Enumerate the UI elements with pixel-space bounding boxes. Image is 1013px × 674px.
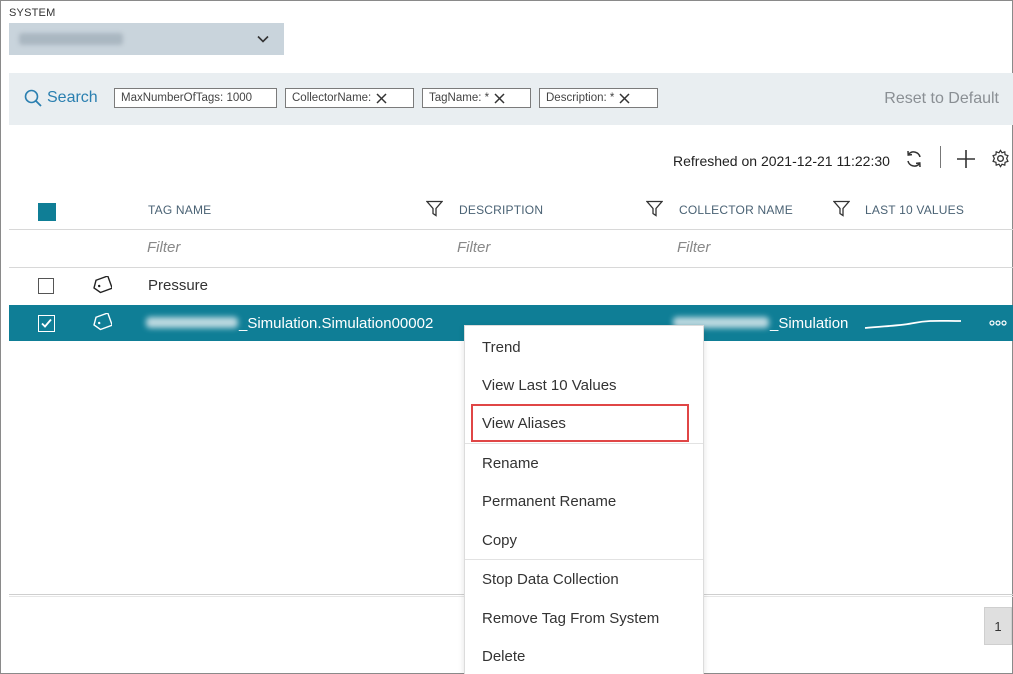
menu-divider bbox=[465, 443, 703, 444]
row-checkbox[interactable] bbox=[38, 278, 54, 294]
chevron-down-icon bbox=[257, 35, 269, 43]
close-icon[interactable] bbox=[376, 92, 387, 104]
divider bbox=[9, 267, 1013, 268]
close-icon[interactable] bbox=[494, 92, 505, 104]
menu-item-remove-tag-from-system[interactable]: Remove Tag From System bbox=[482, 610, 659, 627]
menu-item-copy[interactable]: Copy bbox=[482, 532, 517, 549]
menu-item-stop-data-collection[interactable]: Stop Data Collection bbox=[482, 571, 619, 588]
chip-max-number-of-tags[interactable]: MaxNumberOfTags: 1000 bbox=[114, 88, 277, 108]
chip-description[interactable]: Description: * bbox=[539, 88, 658, 108]
chip-label: CollectorName: bbox=[292, 92, 372, 104]
tag-name-cell: Pressure bbox=[148, 277, 209, 294]
filter-input-collector-name[interactable]: Filter bbox=[677, 239, 710, 256]
column-header-description[interactable]: DESCRIPTION bbox=[459, 203, 543, 217]
menu-item-trend[interactable]: Trend bbox=[482, 339, 521, 356]
filter-input-tag-name[interactable]: Filter bbox=[147, 239, 180, 256]
filter-icon[interactable] bbox=[646, 200, 663, 217]
add-icon[interactable] bbox=[956, 149, 976, 169]
more-options-icon[interactable] bbox=[989, 319, 1007, 327]
chip-tag-name[interactable]: TagName: * bbox=[422, 88, 531, 108]
menu-item-permanent-rename[interactable]: Permanent Rename bbox=[482, 493, 616, 510]
tag-icon bbox=[93, 313, 112, 331]
checkmark-icon bbox=[41, 318, 52, 328]
close-icon[interactable] bbox=[619, 92, 630, 104]
system-value-redacted bbox=[19, 33, 123, 45]
tag-name-prefix-redacted bbox=[146, 317, 238, 328]
filter-icon[interactable] bbox=[833, 200, 850, 217]
filter-input-description[interactable]: Filter bbox=[457, 239, 490, 256]
menu-item-delete[interactable]: Delete bbox=[482, 648, 525, 665]
collector-name-cell: _Simulation bbox=[770, 315, 849, 332]
search-bar: Search MaxNumberOfTags: 1000 CollectorNa… bbox=[9, 73, 1013, 125]
column-header-tag-name[interactable]: TAG NAME bbox=[148, 203, 211, 217]
menu-item-view-aliases[interactable]: View Aliases bbox=[482, 415, 566, 432]
page-button-1[interactable]: 1 bbox=[984, 607, 1012, 645]
column-header-last-10-values[interactable]: LAST 10 VALUES bbox=[865, 203, 964, 217]
refreshed-timestamp: Refreshed on 2021-12-21 11:22:30 bbox=[673, 153, 890, 169]
chip-label: Description: * bbox=[546, 92, 615, 104]
chip-label: MaxNumberOfTags: 1000 bbox=[121, 92, 253, 104]
menu-divider bbox=[465, 559, 703, 560]
search-button[interactable]: Search bbox=[24, 89, 98, 107]
tag-name-cell: _Simulation.Simulation00002 bbox=[239, 315, 434, 332]
filter-icon[interactable] bbox=[426, 200, 443, 217]
toolbar-divider bbox=[940, 146, 941, 168]
search-icon bbox=[24, 89, 42, 107]
column-header-collector-name[interactable]: COLLECTOR NAME bbox=[679, 203, 793, 217]
search-label: Search bbox=[47, 89, 98, 106]
menu-item-view-last-10-values[interactable]: View Last 10 Values bbox=[482, 377, 617, 394]
menu-item-rename[interactable]: Rename bbox=[482, 455, 539, 472]
select-all-checkbox[interactable] bbox=[38, 203, 56, 221]
chip-label: TagName: * bbox=[429, 92, 490, 104]
system-label: SYSTEM bbox=[9, 7, 56, 19]
context-menu: Trend View Last 10 Values View Aliases R… bbox=[464, 325, 704, 674]
row-checkbox-checked[interactable] bbox=[38, 315, 55, 332]
divider bbox=[9, 229, 1013, 230]
reset-to-default-link[interactable]: Reset to Default bbox=[884, 90, 999, 108]
system-dropdown[interactable] bbox=[9, 23, 284, 55]
tag-icon bbox=[93, 276, 112, 294]
gear-icon[interactable] bbox=[991, 149, 1010, 168]
refresh-icon[interactable] bbox=[904, 149, 924, 169]
chip-collector-name[interactable]: CollectorName: bbox=[285, 88, 414, 108]
sparkline bbox=[864, 319, 962, 329]
